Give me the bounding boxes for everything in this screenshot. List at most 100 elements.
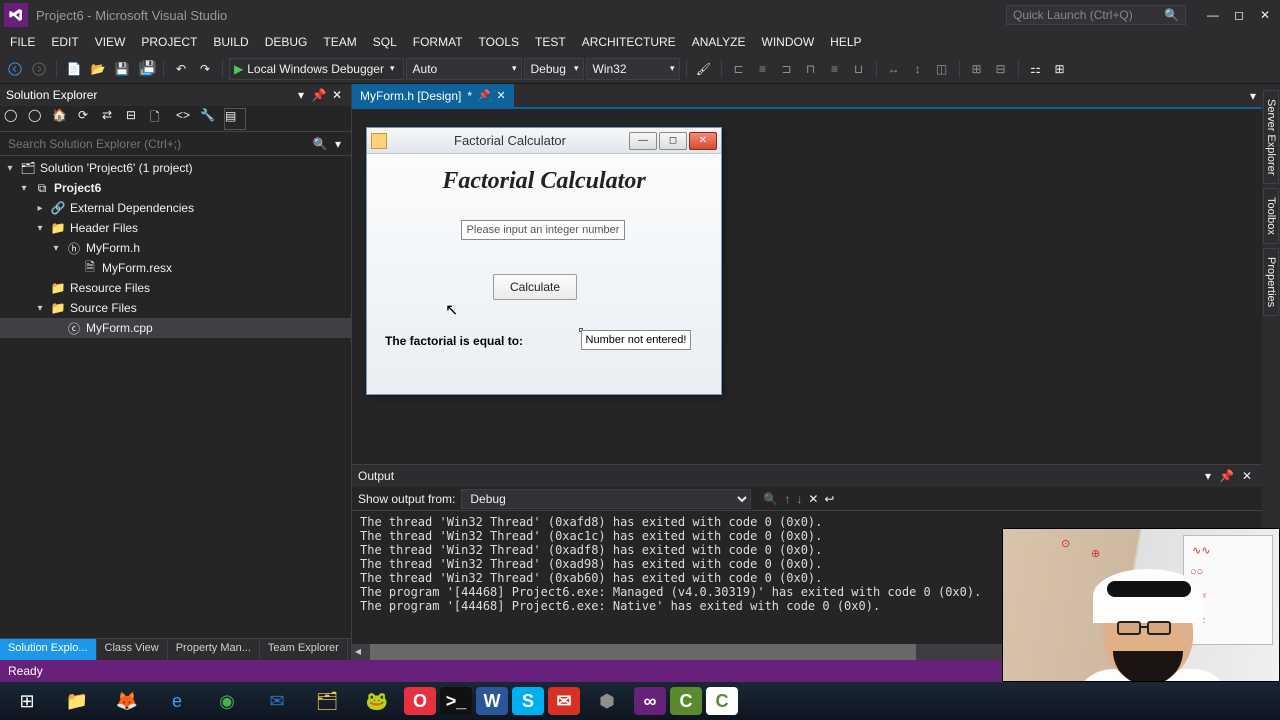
box-icon[interactable]: ⬢ [584,684,630,718]
menu-debug[interactable]: DEBUG [257,30,316,54]
terminal-icon[interactable]: >_ [440,687,472,715]
opera-icon[interactable]: O [404,687,436,715]
frog-icon[interactable]: 🐸 [354,684,400,718]
solution-explorer-search[interactable]: 🔍 ▾ [0,132,351,156]
ie-icon[interactable]: e [154,684,200,718]
output-close-icon[interactable]: ✕ [1242,469,1252,483]
search-icon[interactable]: 🔍 [311,135,329,153]
panel-tab[interactable]: Solution Explo... [0,639,97,660]
redo-icon[interactable]: ↷ [194,58,216,80]
pin-icon[interactable]: 📌 [311,87,327,103]
dropdown-icon[interactable]: ▾ [293,87,309,103]
firefox-icon[interactable]: 🦊 [104,684,150,718]
start-debugging-button[interactable]: ▶ Local Windows Debugger ▾ [229,58,404,80]
mail-icon[interactable]: ✉ [548,687,580,715]
solution-tree[interactable]: ▾🗂Solution 'Project6' (1 project)▾⧉Proje… [0,156,351,638]
tree-node[interactable]: ▾🗂Solution 'Project6' (1 project) [0,158,351,178]
se-collapse-icon[interactable]: ⊟ [126,108,148,130]
chrome-icon[interactable]: ◉ [204,684,250,718]
menu-tools[interactable]: TOOLS [471,30,527,54]
output-clear-icon[interactable]: ✕ [808,492,818,506]
skype-icon[interactable]: S [512,687,544,715]
align-center-icon[interactable]: ≡ [752,58,774,80]
tree-node[interactable]: ▸🔗External Dependencies [0,198,351,218]
quick-launch-input[interactable]: Quick Launch (Ctrl+Q) 🔍 [1006,5,1186,25]
menu-team[interactable]: TEAM [315,30,364,54]
outlook-icon[interactable]: ✉ [254,684,300,718]
output-wrap-icon[interactable]: ↩ [824,492,834,506]
tree-node[interactable]: ▾📁Source Files [0,298,351,318]
search-dropdown-icon[interactable]: ▾ [329,135,347,153]
rail-server-explorer[interactable]: Server Explorer [1263,90,1279,184]
menu-edit[interactable]: EDIT [43,30,86,54]
tab-order-icon[interactable]: ⚏ [1025,58,1047,80]
align-middle-icon[interactable]: ≡ [824,58,846,80]
word-icon[interactable]: W [476,687,508,715]
align-top-icon[interactable]: ⊓ [800,58,822,80]
save-icon[interactable]: 💾 [111,58,133,80]
camtasia2-icon[interactable]: C [706,687,738,715]
tree-node[interactable]: ▾⧉Project6 [0,178,351,198]
output-source-dropdown[interactable]: Debug [461,489,751,509]
hspacing-icon[interactable]: ↔ [883,58,905,80]
tab-myform-design[interactable]: MyForm.h [Design]* 📌 ✕ [352,84,514,107]
output-find-icon[interactable]: 🔍 [763,492,778,506]
menu-test[interactable]: TEST [527,30,574,54]
panel-close-icon[interactable]: ✕ [329,87,345,103]
folder2-icon[interactable]: 🗂 [304,684,350,718]
tree-node[interactable]: 📁Resource Files [0,278,351,298]
menu-architecture[interactable]: ARCHITECTURE [574,30,684,54]
se-showall-icon[interactable]: 🗋 [150,108,172,130]
rail-properties[interactable]: Properties [1263,248,1279,316]
menu-analyze[interactable]: ANALYZE [684,30,754,54]
open-file-icon[interactable]: 📂 [87,58,109,80]
menu-file[interactable]: FILE [2,30,43,54]
undo-icon[interactable]: ↶ [170,58,192,80]
se-home-icon[interactable]: 🏠 [52,108,74,130]
grid-icon[interactable]: ⊞ [1049,58,1071,80]
scrollbar-thumb[interactable] [370,644,916,660]
camtasia-icon[interactable]: C [670,687,702,715]
panel-tab[interactable]: Class View [97,639,168,660]
se-code-icon[interactable]: <> [176,108,198,130]
winform-output-field[interactable]: Number not entered! [581,330,691,350]
tree-node[interactable]: 🗎MyForm.resx [0,258,351,278]
platform-dropdown[interactable]: Win32 [586,58,680,80]
tab-overflow-icon[interactable]: ▾ [1244,84,1262,107]
menu-format[interactable]: FORMAT [405,30,471,54]
align-right-icon[interactable]: ⊐ [776,58,798,80]
rail-toolbox[interactable]: Toolbox [1263,188,1279,244]
maximize-button[interactable]: ◻ [1228,4,1250,26]
new-project-icon[interactable]: 📄 [63,58,85,80]
tab-close-icon[interactable]: ✕ [496,89,505,102]
solution-config-dropdown[interactable]: Debug [524,58,584,80]
center-v-icon[interactable]: ⊟ [990,58,1012,80]
tree-node[interactable]: ⓒMyForm.cpp [0,318,351,338]
winform-close-button[interactable]: ✕ [689,132,717,150]
start-icon[interactable]: ⊞ [4,684,50,718]
winform-maximize-button[interactable]: ◻ [659,132,687,150]
winform-calculate-button[interactable]: Calculate [493,274,577,300]
se-sync-icon[interactable]: ⇄ [102,108,124,130]
menu-project[interactable]: PROJECT [133,30,205,54]
winform-preview[interactable]: Factorial Calculator — ◻ ✕ Factorial Cal… [366,127,722,395]
tab-pin-icon[interactable]: 📌 [478,90,490,101]
menu-help[interactable]: HELP [822,30,869,54]
align-left-icon[interactable]: ⊏ [728,58,750,80]
menu-build[interactable]: BUILD [205,30,256,54]
size-icon[interactable]: ◫ [931,58,953,80]
se-preview-icon[interactable]: ▤ [224,108,246,130]
align-bottom-icon[interactable]: ⊔ [848,58,870,80]
se-fwd-icon[interactable]: ◯ [28,108,50,130]
se-properties-icon[interactable]: 🔧 [200,108,222,130]
winform-input-field[interactable]: Please input an integer number [461,220,625,240]
nav-back-icon[interactable] [4,58,26,80]
menu-sql[interactable]: SQL [365,30,405,54]
panel-tab[interactable]: Property Man... [168,639,260,660]
form-designer-surface[interactable]: Factorial Calculator — ◻ ✕ Factorial Cal… [352,107,1262,464]
menu-window[interactable]: WINDOW [754,30,823,54]
nav-forward-icon[interactable] [28,58,50,80]
vspacing-icon[interactable]: ↕ [907,58,929,80]
brush-icon[interactable]: 🖌 [693,58,715,80]
panel-tab[interactable]: Team Explorer [260,639,348,660]
